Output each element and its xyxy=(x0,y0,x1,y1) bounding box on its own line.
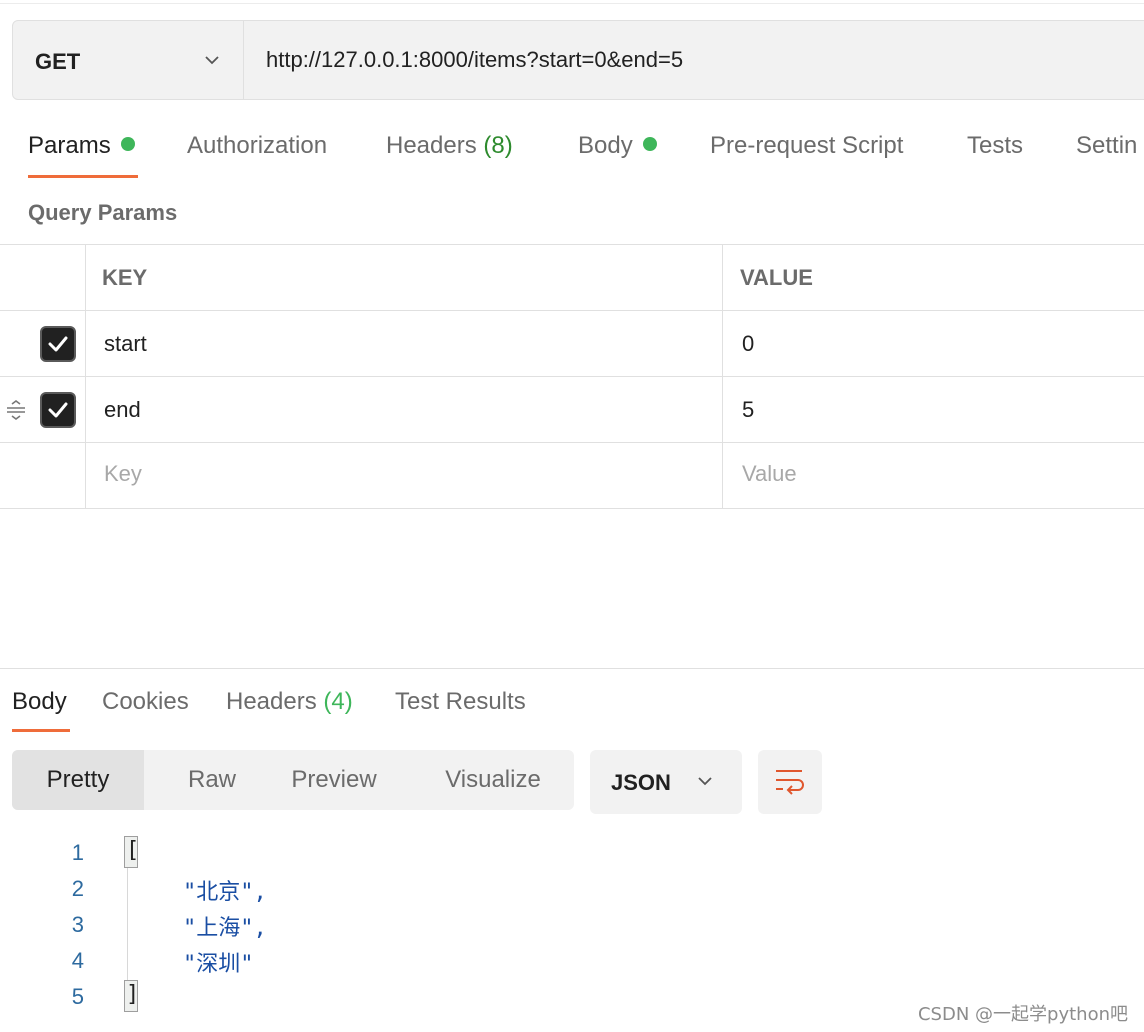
json-string: "北京", xyxy=(183,880,267,905)
param-checkbox-end[interactable] xyxy=(40,392,76,428)
line-number: 3 xyxy=(71,912,84,937)
tab-tests[interactable]: Tests xyxy=(967,132,1023,160)
url-input[interactable]: http://127.0.0.1:8000/items?start=0&end=… xyxy=(266,47,683,73)
response-tab-cookies[interactable]: Cookies xyxy=(102,688,189,716)
drag-handle-icon[interactable] xyxy=(5,399,27,421)
column-divider xyxy=(722,244,723,508)
param-value-cell[interactable]: 0 xyxy=(742,331,754,357)
wrap-lines-button[interactable] xyxy=(758,750,822,814)
close-bracket: ] xyxy=(124,980,139,1012)
response-tab-test-results[interactable]: Test Results xyxy=(395,688,526,716)
response-headers-count: (4) xyxy=(323,688,353,715)
response-divider xyxy=(0,668,1144,669)
table-divider xyxy=(0,508,1144,509)
tab-label: Params xyxy=(28,132,111,159)
line-number: 1 xyxy=(71,840,84,865)
tab-label: Headers xyxy=(226,688,317,715)
response-tabs: Body Cookies Headers (4) Test Results xyxy=(0,686,1144,734)
format-select[interactable]: JSON xyxy=(590,750,742,814)
watermark: CSDN @一起学python吧 xyxy=(917,1004,1128,1025)
view-mode-selector: Pretty Raw Preview Visualize xyxy=(12,750,574,810)
key-column-header: KEY xyxy=(102,265,148,290)
view-mode-pretty[interactable]: Pretty xyxy=(12,750,144,810)
request-tabs: Params Authorization Headers (8) Body Pr… xyxy=(0,128,1144,178)
view-mode-preview[interactable]: Preview xyxy=(276,750,392,810)
tab-label: Settin xyxy=(1076,132,1138,159)
format-label: JSON xyxy=(611,770,671,795)
tab-label: Pre-request Script xyxy=(710,132,904,159)
json-string: "上海", xyxy=(183,916,267,941)
table-divider xyxy=(0,244,1144,245)
table-divider xyxy=(0,376,1144,377)
tab-label: Authorization xyxy=(187,132,328,159)
column-divider xyxy=(85,244,86,508)
response-tab-body[interactable]: Body xyxy=(12,688,67,716)
body-indicator-dot xyxy=(642,137,657,151)
tab-label: Body xyxy=(12,688,67,715)
wrap-lines-icon xyxy=(776,770,804,795)
method-select[interactable]: GET xyxy=(13,21,244,99)
response-tab-headers[interactable]: Headers (4) xyxy=(226,688,353,716)
active-tab-indicator xyxy=(28,175,138,178)
response-body-code[interactable]: 1 2 3 4 5 [ "北京", "上海", "深圳" ] xyxy=(0,834,1144,1024)
param-key-cell[interactable]: end xyxy=(104,397,141,423)
view-mode-raw[interactable]: Raw xyxy=(156,750,268,810)
active-response-tab-indicator xyxy=(12,729,70,732)
tab-label: Cookies xyxy=(102,688,189,715)
tab-label: Body xyxy=(578,132,633,159)
open-bracket: [ xyxy=(124,836,139,868)
query-params-title: Query Params xyxy=(28,200,178,225)
tab-label: Tests xyxy=(967,132,1024,159)
headers-count: (8) xyxy=(483,132,513,159)
new-key-input[interactable]: Key xyxy=(104,461,142,487)
line-number: 5 xyxy=(71,984,84,1009)
json-string: "深圳" xyxy=(183,952,254,977)
chevron-down-icon xyxy=(698,777,712,786)
top-divider xyxy=(0,3,1144,4)
checkmark-icon xyxy=(48,402,68,418)
tab-params[interactable]: Params xyxy=(28,132,135,160)
table-divider xyxy=(0,442,1144,443)
chevron-down-icon xyxy=(205,56,219,65)
tab-label: Headers xyxy=(386,132,477,159)
param-checkbox-start[interactable] xyxy=(40,326,76,362)
table-divider xyxy=(0,310,1144,311)
tab-pre-request-script[interactable]: Pre-request Script xyxy=(710,132,903,160)
value-column-header: VALUE xyxy=(740,265,813,290)
params-indicator-dot xyxy=(120,137,135,151)
param-key-cell[interactable]: start xyxy=(104,331,147,357)
tab-headers[interactable]: Headers (8) xyxy=(386,132,513,160)
tab-authorization[interactable]: Authorization xyxy=(187,132,327,160)
new-value-input[interactable]: Value xyxy=(742,461,797,487)
view-mode-visualize[interactable]: Visualize xyxy=(432,750,554,810)
tab-settings[interactable]: Settin xyxy=(1076,132,1137,160)
method-label: GET xyxy=(35,49,81,74)
tab-label: Test Results xyxy=(395,688,526,715)
line-number: 4 xyxy=(71,948,84,973)
checkmark-icon xyxy=(48,336,68,352)
line-number: 2 xyxy=(71,876,84,901)
tab-body[interactable]: Body xyxy=(578,132,657,160)
request-bar: GET http://127.0.0.1:8000/items?start=0&… xyxy=(12,20,1144,100)
param-value-cell[interactable]: 5 xyxy=(742,397,754,423)
